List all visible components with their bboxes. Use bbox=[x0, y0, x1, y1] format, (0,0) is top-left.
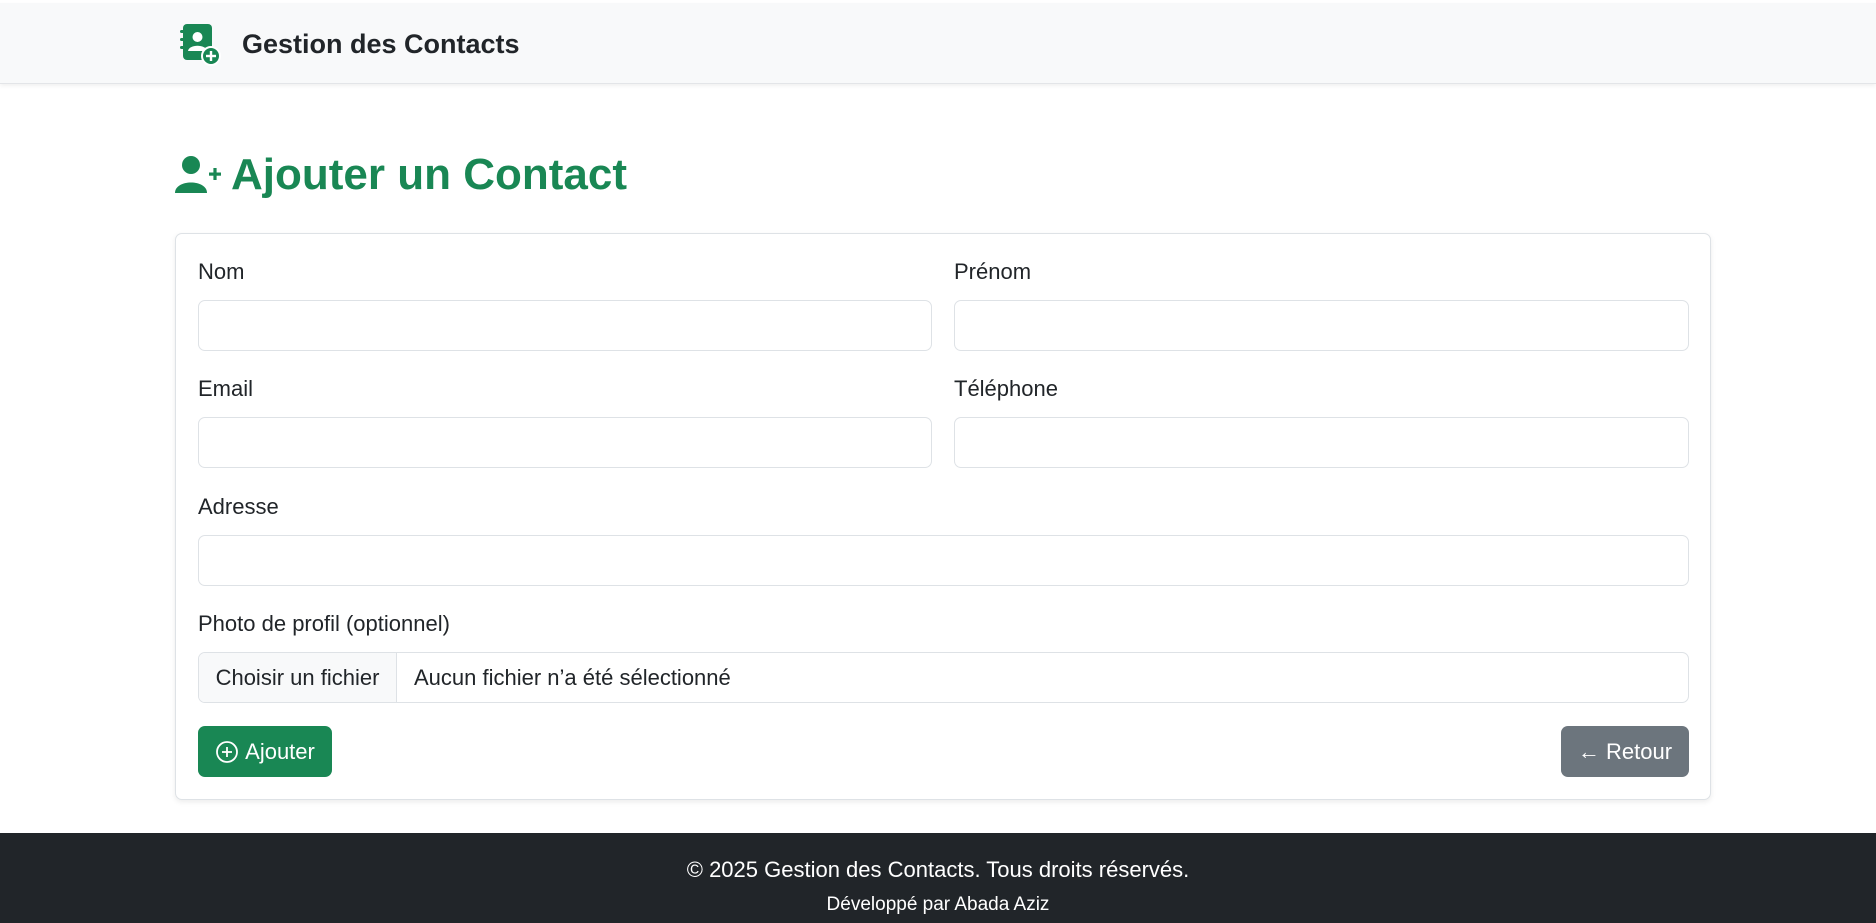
navbar-brand[interactable]: Gestion des Contacts bbox=[175, 20, 520, 68]
page-title-text: Ajouter un Contact bbox=[231, 150, 627, 199]
telephone-label: Téléphone bbox=[954, 376, 1058, 401]
prenom-label: Prénom bbox=[954, 259, 1032, 284]
page-title: Ajouter un Contact bbox=[175, 148, 627, 202]
footer-copyright: © 2025 Gestion des Contacts. Tous droits… bbox=[686, 857, 1190, 882]
telephone-input[interactable] bbox=[954, 417, 1689, 468]
email-input[interactable] bbox=[198, 417, 932, 468]
email-label: Email bbox=[198, 376, 254, 401]
adresse-input[interactable] bbox=[198, 535, 1689, 586]
add-contact-form: Nom Prénom Email Téléphone Adresse Photo… bbox=[175, 233, 1711, 800]
plus-circle-icon bbox=[215, 740, 239, 764]
add-button-label: Ajouter bbox=[245, 738, 315, 764]
nom-label: Nom bbox=[198, 259, 245, 284]
add-button[interactable]: Ajouter bbox=[198, 726, 332, 777]
footer-credit: Développé par Abada Aziz bbox=[826, 894, 1050, 915]
back-button-label: ← Retour bbox=[1577, 738, 1673, 764]
choose-file-button[interactable]: Choisir un fichier bbox=[199, 653, 397, 702]
file-status-text: Aucun fichier n’a été sélectionné bbox=[414, 664, 731, 690]
prenom-input[interactable] bbox=[954, 300, 1689, 351]
footer: © 2025 Gestion des Contacts. Tous droits… bbox=[0, 833, 1876, 923]
photo-file-input[interactable]: Choisir un fichier Aucun fichier n’a été… bbox=[198, 652, 1689, 703]
adresse-label: Adresse bbox=[198, 494, 279, 519]
user-plus-icon bbox=[175, 155, 221, 195]
photo-label: Photo de profil (optionnel) bbox=[198, 611, 450, 636]
brand-title: Gestion des Contacts bbox=[242, 28, 520, 59]
address-book-add-icon bbox=[175, 20, 225, 68]
navbar: Gestion des Contacts bbox=[0, 3, 1876, 84]
back-button[interactable]: ← Retour bbox=[1561, 726, 1689, 777]
nom-input[interactable] bbox=[198, 300, 932, 351]
